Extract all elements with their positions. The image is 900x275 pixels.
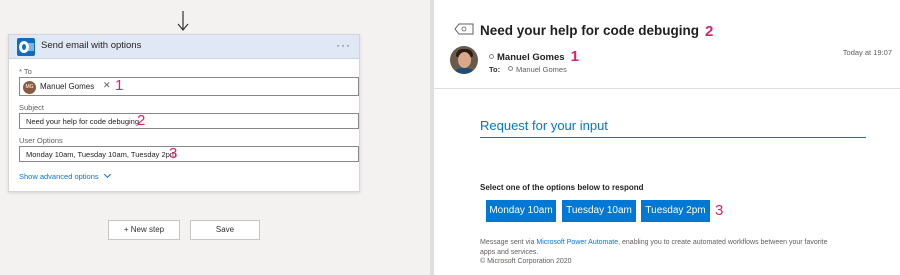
select-instruction: Select one of the options below to respo… (480, 183, 644, 192)
marker-3-email: 3 (715, 202, 724, 219)
marker-1-email: 1 (570, 48, 579, 65)
marker-2: 2 (137, 112, 146, 129)
send-email-action-card: Send email with options ··· * To MG Manu… (8, 34, 360, 192)
user-options-field[interactable]: Monday 10am, Tuesday 10am, Tuesday 2pm (19, 146, 359, 162)
options-field-label: User Options (19, 136, 63, 145)
sender-avatar (450, 46, 478, 74)
user-options-value: Monday 10am, Tuesday 10am, Tuesday 2pm (26, 150, 177, 159)
outlook-icon (17, 38, 35, 56)
new-step-button[interactable]: + New step (108, 220, 180, 240)
to-label: To: (489, 65, 501, 74)
email-footer: Message sent via Microsoft Power Automat… (480, 238, 880, 267)
save-button[interactable]: Save (190, 220, 260, 240)
header-divider (434, 88, 900, 89)
to-field[interactable]: MG Manuel Gomes ✕ (19, 77, 359, 96)
show-advanced-options-link[interactable]: Show advanced options (19, 170, 111, 181)
to-recipient[interactable]: Manuel Gomes (508, 65, 567, 74)
footer-copyright: © Microsoft Corporation 2020 (480, 258, 572, 265)
flow-designer-pane: Send email with options ··· * To MG Manu… (0, 0, 430, 275)
arrow-down-icon (177, 11, 189, 31)
more-icon[interactable]: ··· (336, 38, 351, 52)
marker-3: 3 (169, 145, 178, 162)
presence-icon (508, 66, 513, 71)
sender-name-text: Manuel Gomes (497, 52, 565, 63)
email-preview-pane: Need your help for code debuging 2 Manuel… (434, 0, 900, 275)
chevron-down-icon (103, 170, 111, 179)
to-field-label: * To (19, 67, 32, 76)
footer-suffix: , enabling you to create automated workf… (618, 239, 828, 246)
action-title: Send email with options (41, 40, 142, 51)
subject-field[interactable]: Need your help for code debuging (19, 113, 359, 129)
subject-field-value: Need your help for code debuging (26, 117, 139, 126)
reply-icon[interactable] (454, 22, 474, 36)
action-card-header[interactable]: Send email with options ··· (9, 35, 359, 59)
advanced-options-label: Show advanced options (19, 172, 99, 181)
footer-line-2: apps and services. (480, 248, 539, 256)
recipient-token-name: Manuel Gomes (40, 82, 95, 91)
marker-2-email: 2 (705, 23, 714, 40)
email-body-heading: Request for your input (480, 118, 608, 133)
close-icon[interactable]: ✕ (103, 80, 111, 91)
subject-field-label: Subject (19, 103, 45, 112)
power-automate-link[interactable]: Microsoft Power Automate (536, 239, 618, 246)
option-button-monday-10am[interactable]: Monday 10am (486, 200, 556, 222)
email-subject: Need your help for code debuging 2 (480, 22, 714, 40)
presence-icon (489, 54, 494, 59)
email-timestamp: Today at 19:07 (842, 48, 892, 57)
option-button-tuesday-10am[interactable]: Tuesday 10am (562, 200, 636, 222)
marker-1: 1 (115, 77, 124, 94)
heading-underline (480, 137, 866, 138)
footer-prefix: Message sent via (480, 239, 537, 246)
email-subject-text: Need your help for code debuging (480, 23, 700, 38)
recipient-avatar: MG (23, 81, 36, 94)
to-recipient-text: Manuel Gomes (516, 65, 567, 74)
option-button-tuesday-2pm[interactable]: Tuesday 2pm (641, 200, 710, 222)
sender-name[interactable]: Manuel Gomes 1 (489, 47, 579, 65)
